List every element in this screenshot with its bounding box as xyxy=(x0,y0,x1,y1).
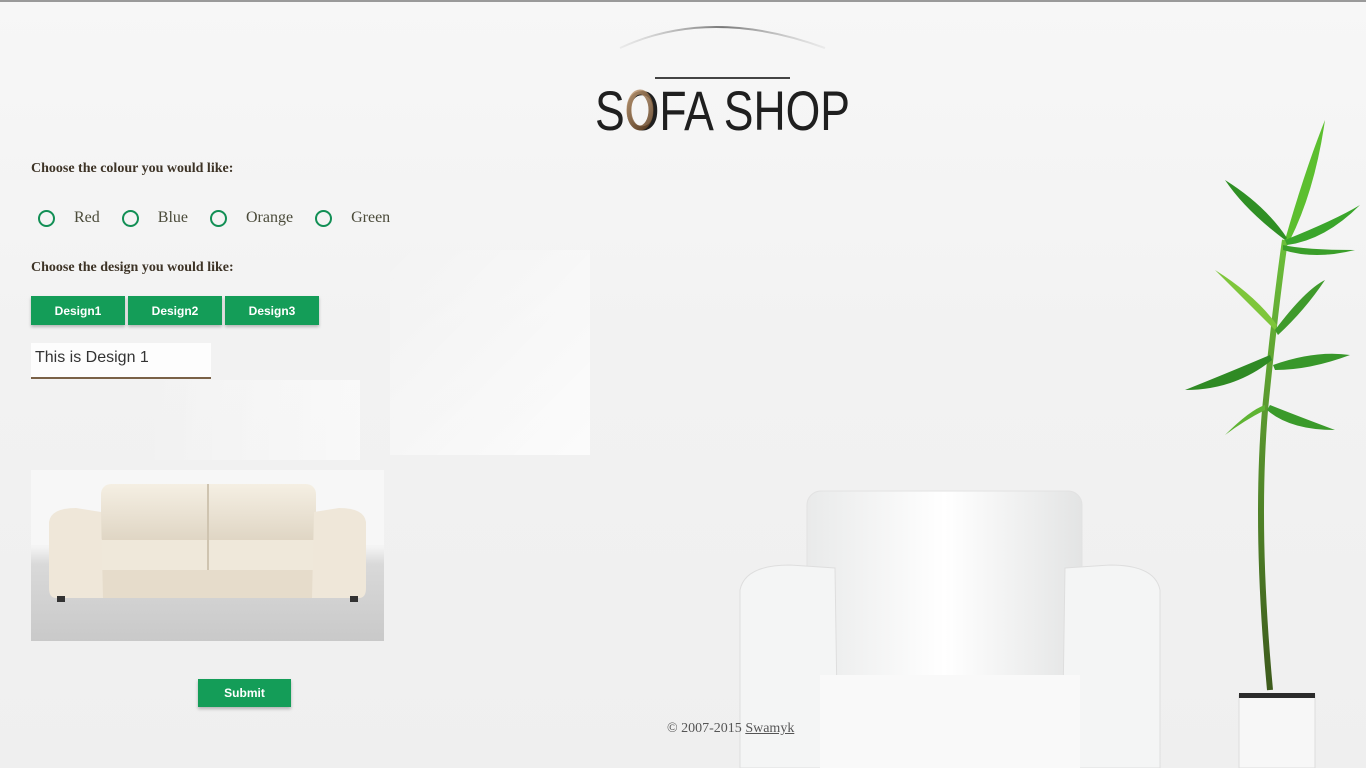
design-section-label: Choose the design you would like: xyxy=(31,260,234,275)
sofa-image xyxy=(31,470,384,641)
background-highlight-2 xyxy=(140,380,360,460)
design3-button[interactable]: Design3 xyxy=(225,296,319,325)
design2-button[interactable]: Design2 xyxy=(128,296,222,325)
background-highlight xyxy=(390,250,590,455)
footer: © 2007-2015 Swamyk xyxy=(667,721,794,737)
radio-circle-icon[interactable] xyxy=(38,209,55,227)
colour-option-blue[interactable]: Blue xyxy=(121,209,188,227)
design1-button[interactable]: Design1 xyxy=(31,296,125,325)
footer-copyright: © 2007-2015 xyxy=(667,721,742,736)
design-description-field[interactable]: This is Design 1 xyxy=(31,343,211,379)
plant-decoration xyxy=(1185,120,1360,768)
colour-option-label: Red xyxy=(74,209,100,226)
footer-author-link[interactable]: Swamyk xyxy=(745,721,794,736)
colour-option-label: Orange xyxy=(246,209,294,226)
colour-section-label: Choose the colour you would like: xyxy=(31,161,234,176)
design-button-group: Design1 Design2 Design3 xyxy=(31,296,322,325)
armchair-background xyxy=(739,490,1161,768)
colour-option-orange[interactable]: Orange xyxy=(210,209,293,227)
colour-option-label: Blue xyxy=(157,209,188,226)
colour-radio-group: Red Blue Orange Green xyxy=(38,205,412,231)
radio-circle-icon[interactable] xyxy=(210,209,227,227)
submit-button[interactable]: Submit xyxy=(198,679,291,707)
sofa-shop-logo: SOFA SHOP xyxy=(595,26,850,136)
top-border xyxy=(0,0,1366,2)
radio-circle-icon[interactable] xyxy=(315,209,333,227)
colour-option-red[interactable]: Red xyxy=(38,209,100,227)
colour-option-green[interactable]: Green xyxy=(315,209,390,227)
radio-circle-icon[interactable] xyxy=(121,209,139,227)
colour-option-label: Green xyxy=(351,209,391,226)
